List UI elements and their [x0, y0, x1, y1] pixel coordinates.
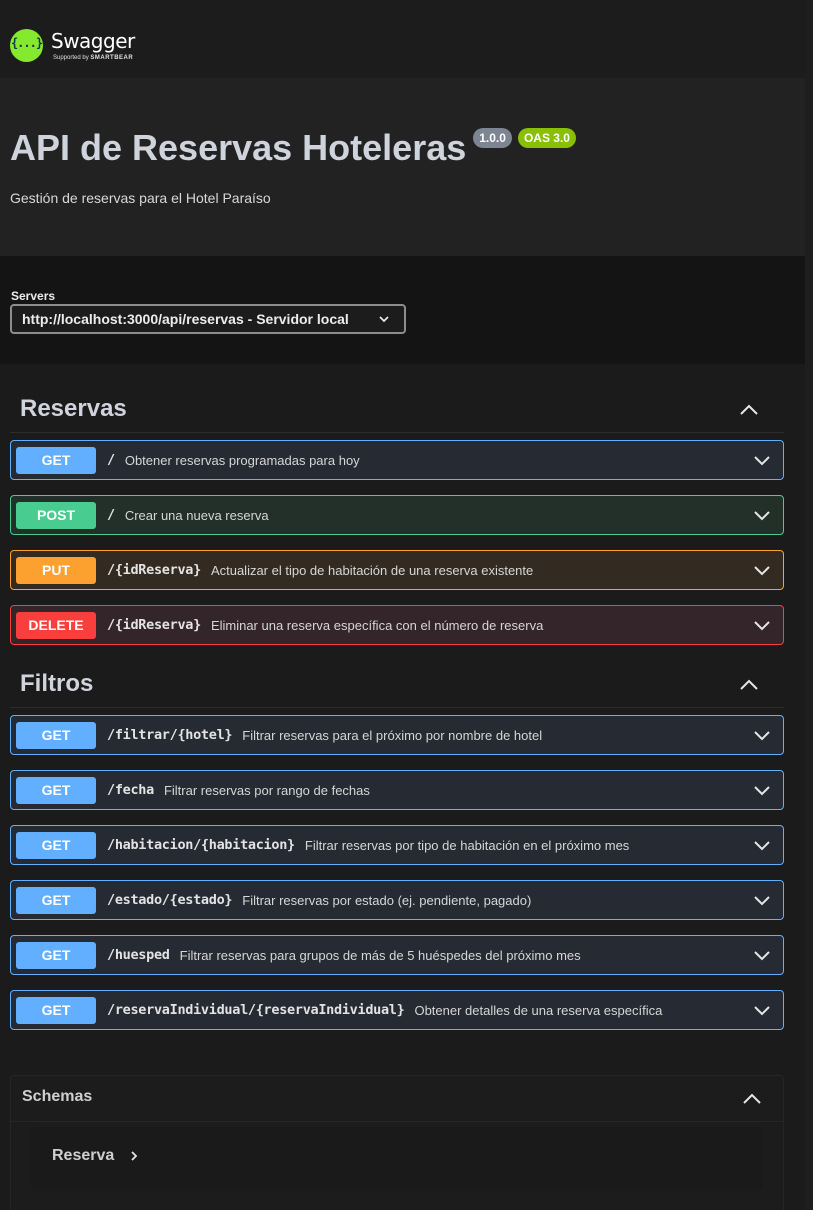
operation-summary: Actualizar el tipo de habitación de una …	[210, 562, 534, 578]
chevron-up-icon[interactable]	[738, 399, 760, 421]
schemas-header[interactable]: Schemas	[11, 1076, 783, 1122]
operation-delete-idreserva[interactable]: DELETE /{idReserva} Eliminar una reserva…	[10, 605, 784, 645]
method-badge: GET	[16, 941, 96, 969]
chevron-down-icon	[379, 316, 389, 323]
method-badge: GET	[16, 886, 96, 914]
chevron-down-icon[interactable]	[753, 1001, 771, 1019]
version-badge: 1.0.0	[473, 128, 512, 148]
operation-path: /filtrar/{hotel}	[107, 727, 233, 743]
operation-put-idreserva[interactable]: PUT /{idReserva} Actualizar el tipo de h…	[10, 550, 784, 590]
chevron-down-icon[interactable]	[753, 781, 771, 799]
chevron-down-icon[interactable]	[753, 506, 771, 524]
page-right-edge	[805, 0, 813, 1210]
operation-path: /fecha	[107, 782, 154, 798]
operation-path: /reservaIndividual/{reservaIndividual}	[107, 1002, 405, 1018]
operation-get-huesped[interactable]: GET /huesped Filtrar reservas para grupo…	[10, 935, 784, 975]
method-badge: GET	[16, 776, 96, 804]
api-info: API de Reservas Hoteleras 1.0.0 OAS 3.0 …	[0, 78, 805, 256]
tagline-prefix: Supported by	[53, 55, 89, 61]
swagger-logo-icon: {...}	[10, 29, 43, 62]
operation-get-reserva-individual[interactable]: GET /reservaIndividual/{reservaIndividua…	[10, 990, 784, 1030]
operation-summary: Obtener detalles de una reserva específi…	[414, 1002, 663, 1018]
operation-summary: Filtrar reservas para grupos de más de 5…	[179, 947, 581, 963]
operation-summary: Filtrar reservas por estado (ej. pendien…	[242, 892, 532, 908]
schema-model-reserva[interactable]: Reserva	[31, 1127, 763, 1189]
operation-summary: Filtrar reservas por tipo de habitación …	[304, 837, 630, 853]
method-badge: GET	[16, 831, 96, 859]
page-title: API de Reservas Hoteleras	[10, 127, 467, 168]
method-badge: DELETE	[16, 611, 96, 639]
tagline-brand: SMARTBEAR	[90, 55, 134, 61]
method-badge: PUT	[16, 556, 96, 584]
operation-path: /huesped	[107, 947, 170, 963]
operation-post-root[interactable]: POST / Crear una nueva reserva	[10, 495, 784, 535]
method-badge: POST	[16, 501, 96, 529]
method-badge: GET	[16, 721, 96, 749]
schemas-title: Schemas	[22, 1088, 93, 1105]
chevron-down-icon[interactable]	[753, 946, 771, 964]
chevron-down-icon[interactable]	[753, 891, 771, 909]
swagger-logo-tagline: Supported by SMARTBEAR	[53, 55, 135, 61]
chevron-down-icon[interactable]	[753, 616, 771, 634]
operation-get-estado[interactable]: GET /estado/{estado} Filtrar reservas po…	[10, 880, 784, 920]
operation-summary: Filtrar reservas para el próximo por nom…	[242, 727, 543, 743]
method-badge: GET	[16, 996, 96, 1024]
operation-summary: Obtener reservas programadas para hoy	[124, 452, 360, 468]
operation-summary: Crear una nueva reserva	[124, 507, 269, 523]
swagger-logo-glyph: {...}	[10, 36, 43, 50]
api-description: Gestión de reservas para el Hotel Paraís…	[10, 190, 271, 206]
chevron-down-icon[interactable]	[753, 561, 771, 579]
operation-path: /{idReserva}	[107, 617, 201, 633]
operation-get-fecha[interactable]: GET /fecha Filtrar reservas por rango de…	[10, 770, 784, 810]
chevron-down-icon[interactable]	[753, 836, 771, 854]
servers-selected-value: http://localhost:3000/api/reservas - Ser…	[22, 311, 349, 327]
section-filtros: Filtros	[10, 660, 784, 708]
servers-panel: Servers http://localhost:3000/api/reserv…	[0, 256, 805, 364]
operation-summary: Filtrar reservas por rango de fechas	[163, 782, 370, 798]
chevron-up-icon[interactable]	[738, 674, 760, 696]
section-header-filtros[interactable]: Filtros	[10, 660, 784, 708]
operation-path: /habitacion/{habitacion}	[107, 837, 295, 853]
operation-path: /estado/{estado}	[107, 892, 233, 908]
chevron-down-icon[interactable]	[753, 451, 771, 469]
operation-path: /	[107, 507, 115, 523]
chevron-down-icon[interactable]	[753, 726, 771, 744]
schemas-panel: Schemas Reserva	[10, 1075, 784, 1210]
topbar: {...} Swagger Supported by SMARTBEAR	[0, 0, 805, 78]
schema-model-name: Reserva	[52, 1147, 115, 1164]
chevron-right-icon[interactable]	[128, 1150, 140, 1162]
swagger-logo-name: Swagger	[51, 29, 135, 53]
method-badge: GET	[16, 446, 96, 474]
operation-path: /	[107, 452, 115, 468]
operation-get-root[interactable]: GET / Obtener reservas programadas para …	[10, 440, 784, 480]
servers-select[interactable]: http://localhost:3000/api/reservas - Ser…	[10, 304, 406, 334]
operation-get-habitacion[interactable]: GET /habitacion/{habitacion} Filtrar res…	[10, 825, 784, 865]
servers-label: Servers	[11, 289, 56, 303]
oas-badge: OAS 3.0	[517, 128, 576, 148]
operation-get-filtrar-hotel[interactable]: GET /filtrar/{hotel} Filtrar reservas pa…	[10, 715, 784, 755]
section-header-reservas[interactable]: Reservas	[10, 385, 784, 433]
section-title: Filtros	[20, 670, 94, 697]
operation-path: /{idReserva}	[107, 562, 201, 578]
swagger-logo[interactable]: {...} Swagger Supported by SMARTBEAR	[10, 29, 135, 62]
section-title: Reservas	[20, 395, 127, 422]
chevron-up-icon[interactable]	[741, 1088, 763, 1110]
section-reservas: Reservas	[10, 385, 784, 433]
operation-summary: Eliminar una reserva específica con el n…	[210, 617, 544, 633]
